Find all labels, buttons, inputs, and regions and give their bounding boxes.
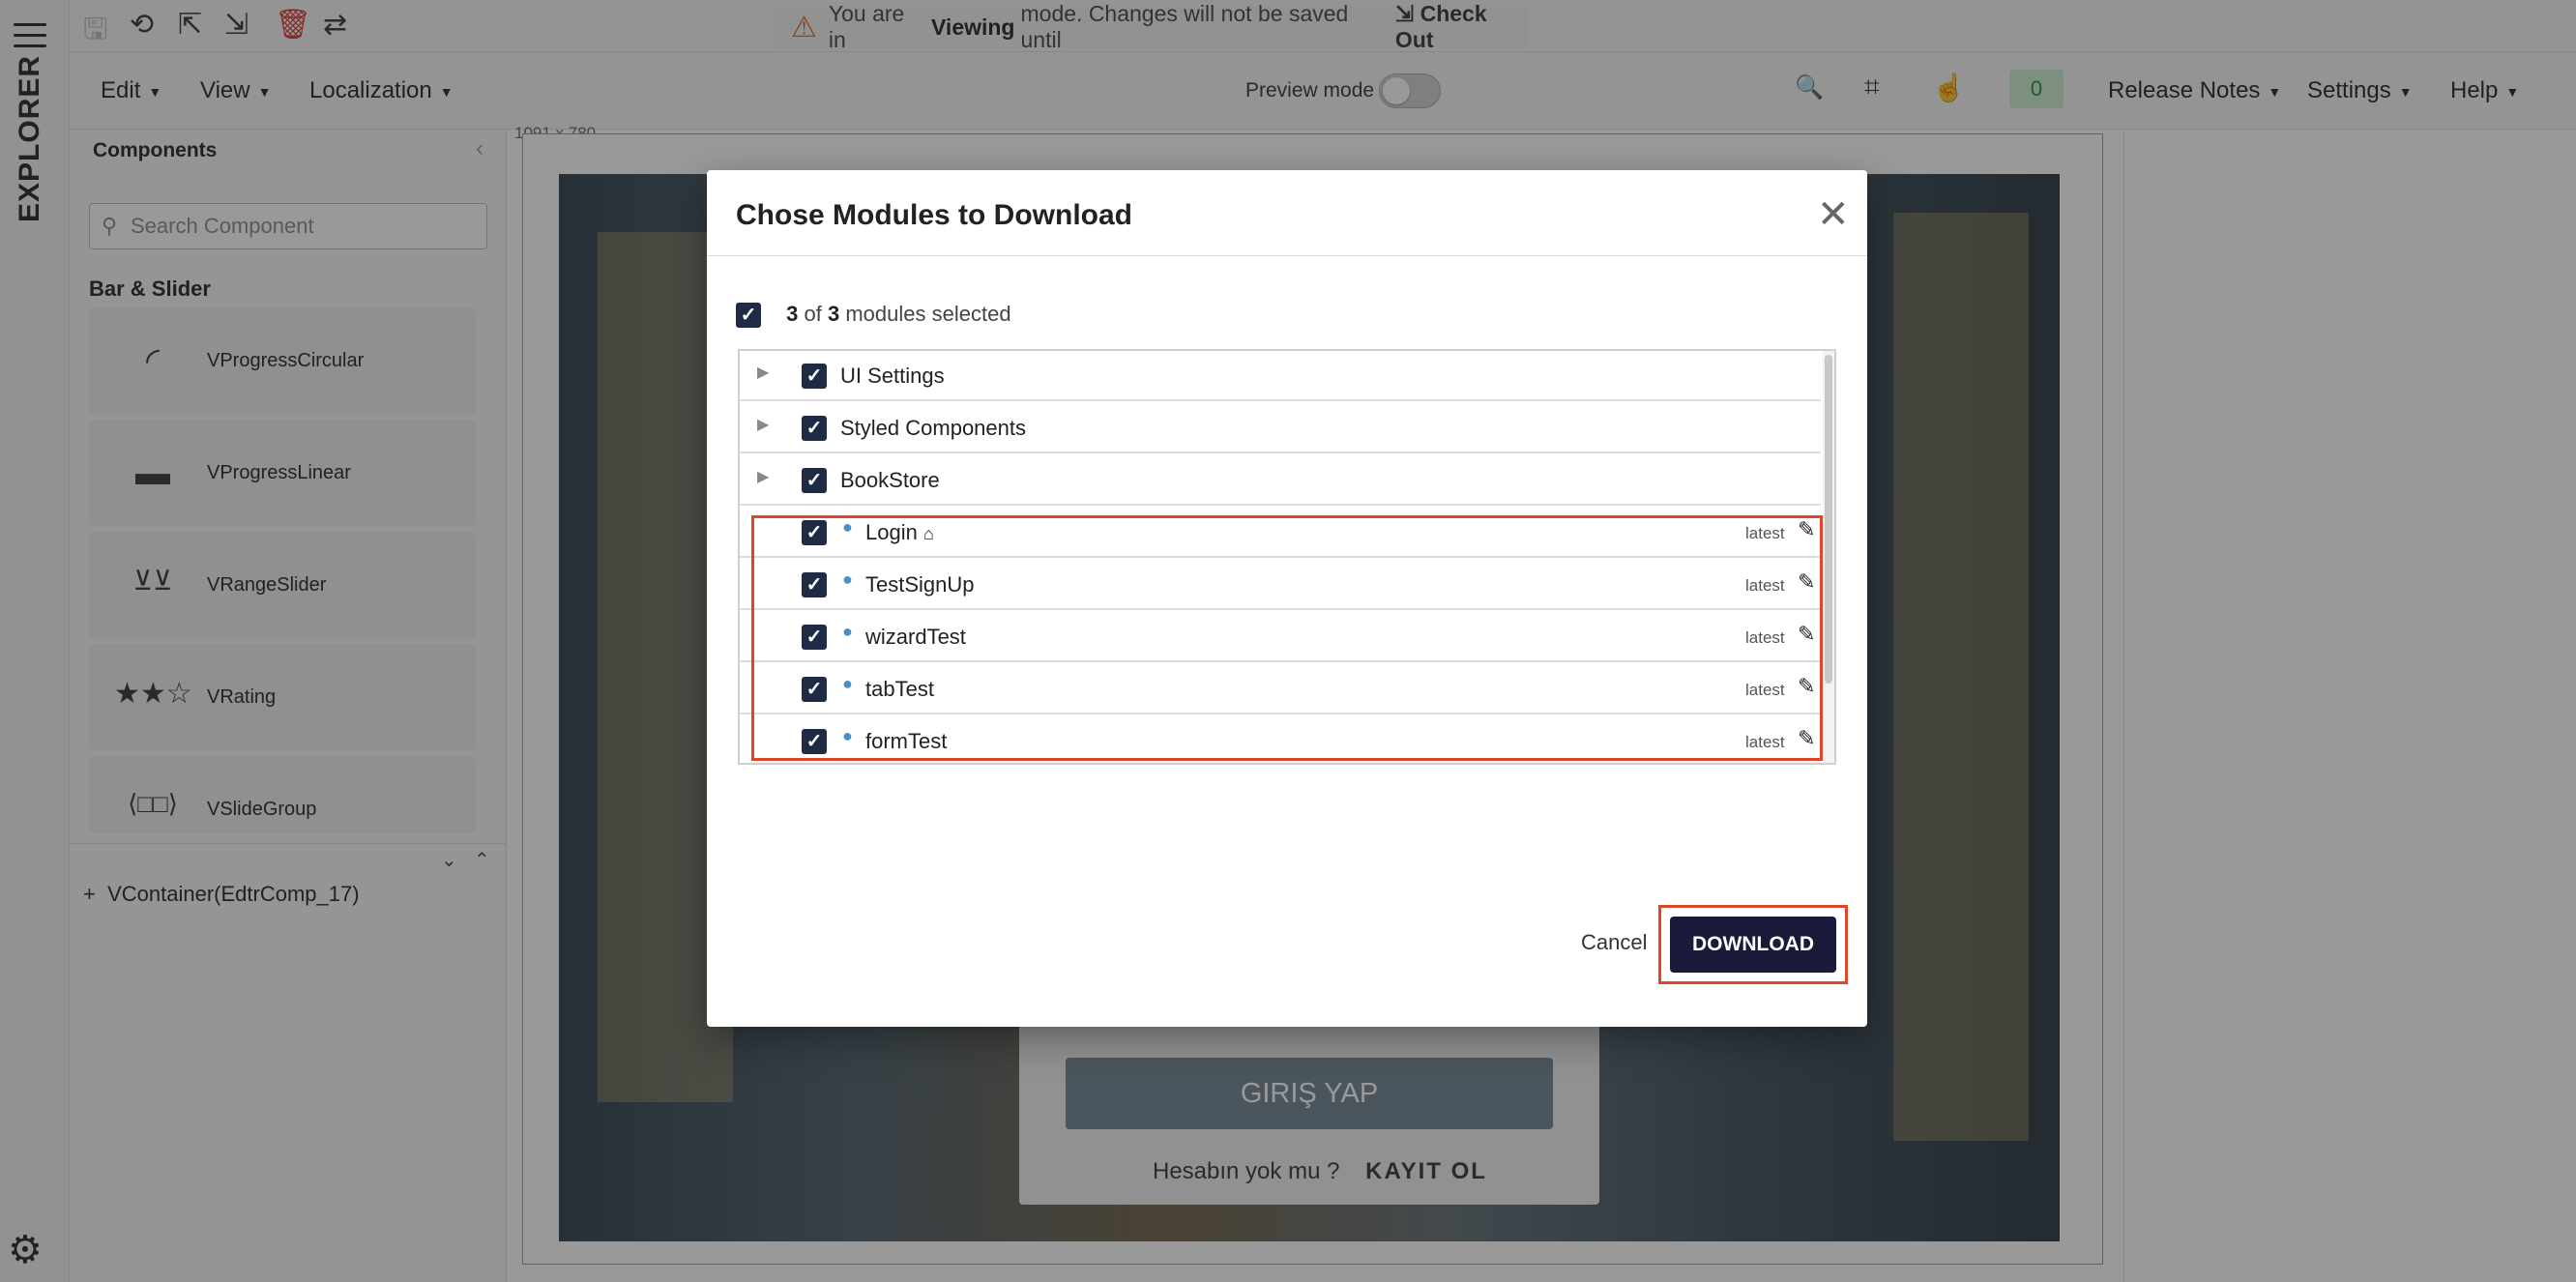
selected-suffix: modules selected	[845, 302, 1011, 326]
modules-highlight	[751, 515, 1823, 761]
group-label: Styled Components	[840, 416, 1026, 440]
download-modules-dialog: Chose Modules to Download ✕ ✓ 3 of 3 mod…	[707, 170, 1867, 1027]
dialog-title: Chose Modules to Download	[736, 199, 1132, 231]
expand-icon[interactable]: ▶	[757, 415, 769, 434]
divider	[707, 255, 1867, 256]
group-label: UI Settings	[840, 364, 945, 388]
select-all-checkbox[interactable]: ✓	[736, 303, 761, 329]
download-button[interactable]: DOWNLOAD	[1670, 917, 1836, 973]
cancel-button[interactable]: Cancel	[1581, 930, 1647, 955]
group-label: BookStore	[840, 468, 940, 492]
total-count: 3	[827, 302, 840, 326]
group-checkbox[interactable]: ✓	[802, 416, 827, 441]
module-group-row[interactable]: ▶ ✓ BookStore	[740, 455, 1821, 506]
selection-summary: ✓ 3 of 3 modules selected	[736, 302, 1011, 329]
module-group-row[interactable]: ▶ ✓ UI Settings	[740, 351, 1821, 401]
expand-icon[interactable]: ▶	[757, 363, 769, 382]
group-checkbox[interactable]: ✓	[802, 364, 827, 389]
module-group-row[interactable]: ▶ ✓ Styled Components	[740, 403, 1821, 453]
of-text: of	[804, 302, 822, 326]
group-checkbox[interactable]: ✓	[802, 468, 827, 493]
close-icon[interactable]: ✕	[1817, 195, 1850, 234]
expand-icon[interactable]: ▶	[757, 467, 769, 486]
selected-count: 3	[786, 302, 799, 326]
